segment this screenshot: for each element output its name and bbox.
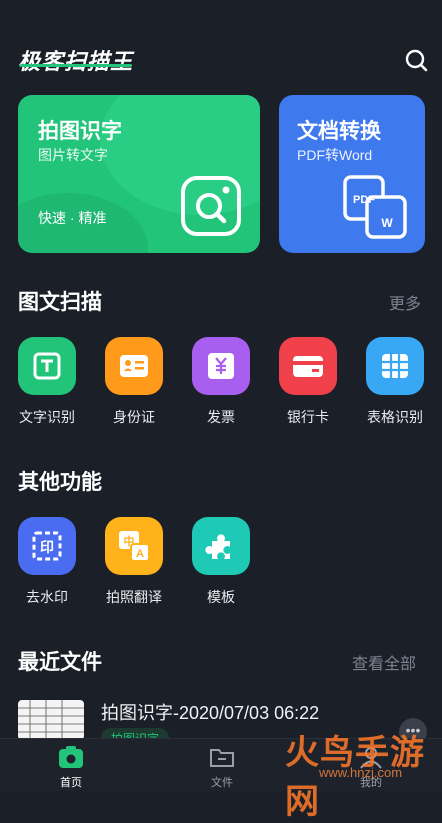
tab-home-label: 首页 [60, 777, 82, 789]
ocr-card-tag: 快速 · 精准 [38, 210, 107, 226]
scan-section-title: 图文扫描 [18, 291, 102, 314]
text-recognition-icon [18, 337, 76, 395]
invoice-icon [192, 337, 250, 395]
profile-icon [358, 745, 384, 769]
tool-photo-translate[interactable]: 中A 拍照翻译 [99, 517, 169, 607]
tool-label: 去水印 [26, 589, 68, 605]
tool-label: 银行卡 [287, 409, 329, 425]
doc-card-title: 文档转换 [297, 120, 381, 143]
tool-template[interactable]: 模板 [186, 517, 256, 607]
tool-id-card[interactable]: 身份证 [99, 337, 169, 427]
title-underline [20, 64, 132, 67]
ocr-card-title: 拍图识字 [38, 120, 122, 143]
tool-label: 发票 [207, 409, 235, 425]
tool-label: 身份证 [113, 409, 155, 425]
scan-more-link[interactable]: 更多 [389, 290, 421, 314]
pdf-to-word-icon: PDF W [343, 175, 407, 239]
translate-glyph-en: A [136, 548, 144, 560]
watermark-glyph: 印 [40, 539, 54, 556]
translate-icon: 中A [105, 517, 163, 575]
doc-convert-card[interactable]: 文档转换 PDF转Word PDF W [279, 95, 425, 253]
tab-home[interactable]: 首页 [31, 745, 111, 790]
file-thumbnail[interactable] [18, 700, 84, 740]
doc-card-subtitle: PDF转Word [297, 147, 373, 163]
folder-icon [209, 745, 235, 769]
other-section-title: 其他功能 [18, 471, 102, 494]
ocr-card[interactable]: 拍图识字 图片转文字 快速 · 精准 [18, 95, 260, 253]
tool-text-recognition[interactable]: 文字识别 [12, 337, 82, 427]
table-icon [366, 337, 424, 395]
tool-label: 表格识别 [367, 409, 423, 425]
id-card-icon [105, 337, 163, 395]
tool-label: 模板 [207, 589, 235, 605]
view-all-link[interactable]: 查看全部 [352, 650, 416, 674]
bottom-tabbar: 首页 文件 我的 [0, 738, 442, 791]
file-name[interactable]: 拍图识字-2020/07/03 06:22 [101, 699, 319, 725]
word-label: W [381, 216, 393, 230]
tab-files[interactable]: 文件 [182, 745, 262, 790]
tool-label: 文字识别 [19, 409, 75, 425]
tool-watermark-remove[interactable]: 印 去水印 [12, 517, 82, 607]
search-icon[interactable] [404, 48, 428, 72]
ocr-card-subtitle: 图片转文字 [38, 147, 108, 163]
puzzle-icon [192, 517, 250, 575]
tab-profile[interactable]: 我的 [331, 745, 411, 790]
pdf-label: PDF [353, 194, 375, 206]
app-title: 极客扫描王 [18, 49, 134, 74]
tool-invoice[interactable]: 发票 [186, 337, 256, 427]
camera-home-icon [58, 745, 84, 769]
bank-card-icon [279, 337, 337, 395]
tab-files-label: 文件 [211, 777, 233, 789]
scan-search-icon [181, 176, 241, 236]
tool-label: 拍照翻译 [106, 589, 162, 605]
translate-glyph-zh: 中 [124, 534, 135, 548]
watermark-remove-icon: 印 [18, 517, 76, 575]
tab-profile-label: 我的 [360, 777, 382, 789]
recent-section-title: 最近文件 [18, 651, 102, 674]
header: 极客扫描王 [0, 0, 442, 90]
tool-table-recognition[interactable]: 表格识别 [360, 337, 430, 427]
tool-bank-card[interactable]: 银行卡 [273, 337, 343, 427]
